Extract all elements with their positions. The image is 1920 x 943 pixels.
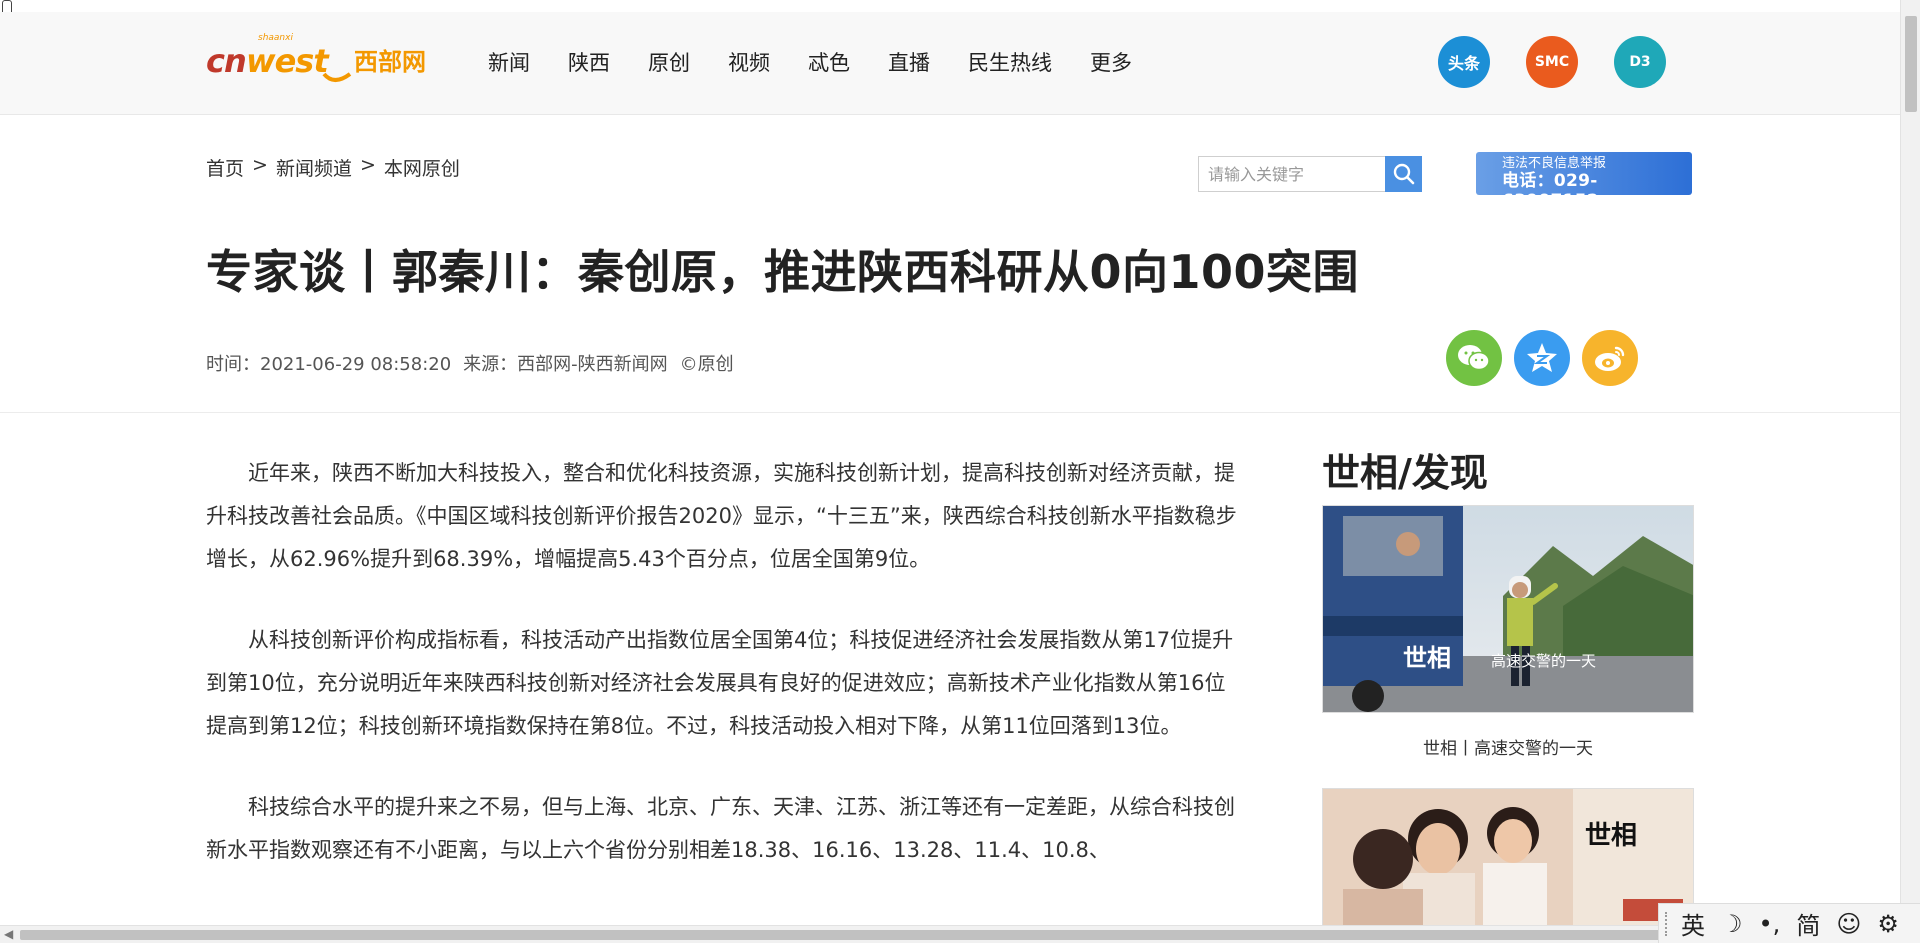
smc-label: SMC: [1534, 54, 1570, 70]
svg-text:世相: 世相: [1585, 821, 1637, 851]
share-buttons: [1446, 330, 1650, 386]
original-mark: ©原创: [679, 354, 734, 375]
svg-text:世相: 世相: [1403, 643, 1451, 672]
vertical-scrollbar[interactable]: [1900, 0, 1920, 925]
svg-text:west: west: [246, 42, 330, 80]
search-icon: [1393, 163, 1414, 185]
svg-text:西部网: 西部网: [354, 48, 426, 76]
nav-item-news[interactable]: 新闻: [488, 48, 530, 78]
horizontal-scrollbar[interactable]: ◀: [0, 925, 1920, 943]
report-line1: 违法不良信息举报: [1502, 156, 1607, 171]
share-qzone-button[interactable]: [1514, 330, 1570, 386]
sidebar-card2-image[interactable]: 世相: [1322, 788, 1694, 928]
nav-item-shaanxi[interactable]: 陕西: [568, 48, 610, 78]
ime-lang-toggle[interactable]: 英: [1681, 906, 1705, 941]
search-box: [1198, 156, 1422, 192]
wechat-icon: [1458, 345, 1490, 371]
article-paragraph: 近年来，陕西不断加大科技投入，整合和优化科技资源，实施科技创新计划，提高科技创新…: [206, 461, 1237, 571]
weibo-icon: [1595, 346, 1625, 371]
svg-text:高速交警的一天: 高速交警的一天: [1491, 652, 1596, 670]
article-paragraph: 从科技创新评价构成指标看，科技活动产出指数位居全国第4位；科技促进经济社会发展指…: [206, 628, 1234, 738]
toutiao-label: 头条: [1447, 54, 1480, 73]
share-weibo-button[interactable]: [1582, 330, 1638, 386]
publish-time: 时间：2021-06-29 08:58:20: [206, 354, 452, 375]
share-wechat-button[interactable]: [1446, 330, 1502, 386]
nav-item-video[interactable]: 视频: [728, 48, 770, 78]
sidebar-card-caption[interactable]: 世相丨高速交警的一天: [1322, 734, 1694, 759]
breadcrumb-section[interactable]: 本网原创: [384, 154, 460, 181]
nav-item-hotline[interactable]: 民生热线: [968, 48, 1052, 78]
ime-drag-handle[interactable]: [1665, 912, 1668, 936]
emoji-icon[interactable]: ☺: [1836, 910, 1861, 938]
nav-item-live[interactable]: 直播: [888, 48, 930, 78]
article-source: 来源：西部网-陕西新闻网: [463, 354, 668, 375]
horizontal-scroll-thumb[interactable]: [20, 930, 1660, 940]
search-input[interactable]: [1198, 156, 1385, 192]
moon-icon[interactable]: ☽: [1721, 910, 1743, 938]
d3-app-icon[interactable]: D3: [1614, 36, 1666, 88]
article-body: 近年来，陕西不断加大科技投入，整合和优化科技资源，实施科技创新计划，提高科技创新…: [206, 452, 1242, 910]
ime-toolbar: 英 ☽ •, 简 ☺ ⚙: [1658, 903, 1920, 943]
main-nav: 新闻 陕西 原创 视频 忒色 直播 民生热线 更多: [488, 48, 1170, 78]
report-line2: 电话：029-63907152: [1502, 171, 1600, 211]
sidebar-title: 世相/发现: [1322, 451, 1488, 495]
toutiao-app-icon[interactable]: 头条: [1438, 36, 1490, 88]
sidebar-card-image[interactable]: 世相 高速交警的一天: [1322, 505, 1694, 713]
qzone-star-icon: [1527, 343, 1557, 372]
article-paragraph: 科技综合水平的提升来之不易，但与上海、北京、广东、天津、江苏、浙江等还有一定差距…: [206, 795, 1235, 862]
breadcrumb-separator: >: [252, 154, 268, 176]
svg-text:cn: cn: [206, 42, 246, 80]
d3-label: D3: [1629, 54, 1651, 70]
article-title: 专家谈丨郭秦川：秦创原，推进陕西科研从0向100突围: [206, 245, 1360, 299]
breadcrumb-channel[interactable]: 新闻频道: [276, 154, 352, 181]
gear-icon[interactable]: ⚙: [1877, 910, 1899, 938]
nav-item-more[interactable]: 更多: [1090, 48, 1132, 78]
app-icons: 头条 SMC D3: [1438, 36, 1702, 88]
ime-simplified-toggle[interactable]: 简: [1796, 906, 1820, 941]
article-meta: 时间：2021-06-29 08:58:20 来源：西部网-陕西新闻网 ©原创: [206, 350, 734, 376]
cnwest-logo[interactable]: shaanxi cn west 西部网: [206, 26, 456, 86]
breadcrumb-separator: >: [359, 154, 376, 176]
nav-item-original[interactable]: 原创: [648, 48, 690, 78]
report-hotline-banner[interactable]: 违法不良信息举报 电话：029-63907152: [1476, 152, 1692, 211]
breadcrumb: 首页 > 新闻频道 > 本网原创: [206, 154, 460, 181]
scroll-left-arrow-icon[interactable]: ◀: [4, 927, 13, 941]
top-navigation-bar: shaanxi cn west 西部网 新闻 陕西 原创 视频 忒色 直播 民生…: [0, 12, 1900, 115]
search-button[interactable]: [1385, 156, 1422, 192]
smc-app-icon[interactable]: SMC: [1526, 36, 1578, 88]
punctuation-icon[interactable]: •,: [1759, 910, 1781, 938]
nav-item-special[interactable]: 忒色: [808, 48, 850, 78]
vertical-scroll-thumb[interactable]: [1905, 16, 1917, 112]
breadcrumb-home[interactable]: 首页: [206, 154, 244, 181]
header-divider: [0, 412, 1900, 413]
